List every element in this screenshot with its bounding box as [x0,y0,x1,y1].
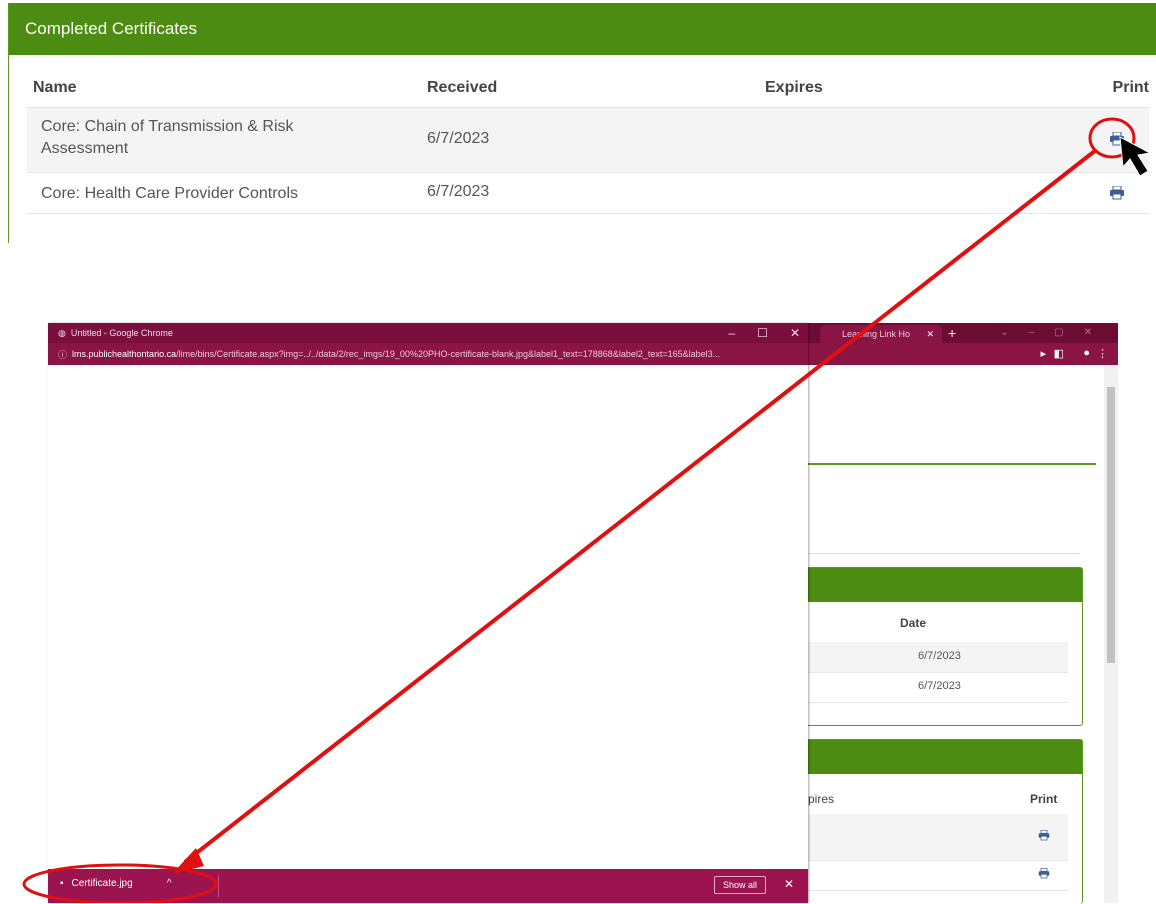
browser-toolbar: ▸ ◧ ● ⋮ [808,343,1118,365]
date-value: 6/7/2023 [918,680,961,692]
column-expires: Expires [765,79,823,96]
popup-titlebar: ◍ Untitled - Google Chrome – ☐ ✕ [48,323,808,343]
popup-browser-window: ◍ Untitled - Google Chrome – ☐ ✕ ⓘ lms.p… [48,323,808,903]
date-value: 6/7/2023 [918,650,961,662]
column-print: Print [1112,79,1149,96]
close-tab-icon[interactable]: ✕ [926,325,934,343]
extensions-icon[interactable]: ▸ [1040,347,1046,360]
completed-certificates-panel: Completed Certificates Name Received Exp… [8,3,1156,243]
divider [218,875,219,897]
maximize-icon[interactable]: ☐ [757,326,768,340]
print-icon[interactable] [1038,868,1050,879]
divider [808,553,1080,554]
download-bar: ▪ Certificate.jpg ^ Show all ✕ [48,869,808,903]
download-filename: Certificate.jpg [71,878,133,889]
table-row [808,814,1068,861]
window-controls: – ☐ ✕ [728,323,800,343]
column-expires: pires [808,792,835,806]
tab-bar: Learning Link Ho ✕ + ⌄–▢✕ [808,323,1118,343]
panel-header [808,568,1082,602]
table-row [808,860,1068,891]
window-controls[interactable]: ⌄–▢✕ [1000,323,1112,343]
url-domain: lms.publichealthontario.ca [72,349,177,359]
background-browser-window: Learning Link Ho ✕ + ⌄–▢✕ ▸ ◧ ● ⋮ Date 6… [808,323,1118,904]
minimize-icon[interactable]: – [728,326,735,340]
received-date: 6/7/2023 [427,183,490,200]
column-received: Received [427,79,498,96]
table-row: Core: Health Care Provider Controls 6/7/… [27,173,1149,214]
menu-icon[interactable]: ⋮ [1097,347,1108,360]
scrollbar[interactable] [1104,365,1118,903]
panel: pires Print [808,739,1083,904]
column-print: Print [1030,792,1058,806]
close-icon[interactable]: ✕ [790,326,800,340]
new-tab-icon[interactable]: + [948,323,956,343]
show-all-button[interactable]: Show all [713,876,766,894]
certificate-name: Core: Chain of Transmission & Risk Asses… [41,118,294,157]
panel-header [808,740,1082,774]
table-row: 6/7/2023 [808,672,1068,703]
info-icon[interactable]: ⓘ [58,348,67,361]
url-path: /lime/bins/Certificate.aspx?img=../../da… [176,349,721,359]
file-icon: ▪ [60,878,64,889]
print-icon[interactable] [1038,830,1050,841]
avatar[interactable]: ● [1083,347,1090,359]
divider [808,463,1096,465]
table-header: Name Received Expires Print [27,73,1149,108]
tab-title: Learning Link Ho [842,329,911,339]
window-title: Untitled - Google Chrome [70,328,173,338]
table-row: Core: Chain of Transmission & Risk Asses… [27,108,1149,173]
tab-learning-link[interactable]: Learning Link Ho ✕ [820,325,942,343]
print-icon[interactable] [1109,132,1125,146]
panel-title: Completed Certificates [9,3,1156,55]
scrollbar-thumb[interactable] [1107,387,1115,663]
print-icon[interactable] [1109,186,1125,200]
certificates-table: Name Received Expires Print Core: Chain … [27,73,1149,214]
close-download-bar-icon[interactable]: ✕ [784,877,794,891]
sidepanel-icon[interactable]: ◧ [1054,347,1064,360]
column-date: Date [900,616,927,630]
received-date: 6/7/2023 [427,130,490,147]
certificate-name: Core: Health Care Provider Controls [41,185,298,202]
chrome-icon: ◍ [58,327,66,338]
panel: Date 6/7/2023 6/7/2023 [808,567,1083,726]
url-bar[interactable]: ⓘ lms.publichealthontario.ca /lime/bins/… [48,343,808,365]
download-item[interactable]: ▪ Certificate.jpg ^ [60,878,171,889]
column-name: Name [33,79,77,96]
table-row: 6/7/2023 [808,642,1068,673]
chevron-up-icon[interactable]: ^ [167,878,172,889]
